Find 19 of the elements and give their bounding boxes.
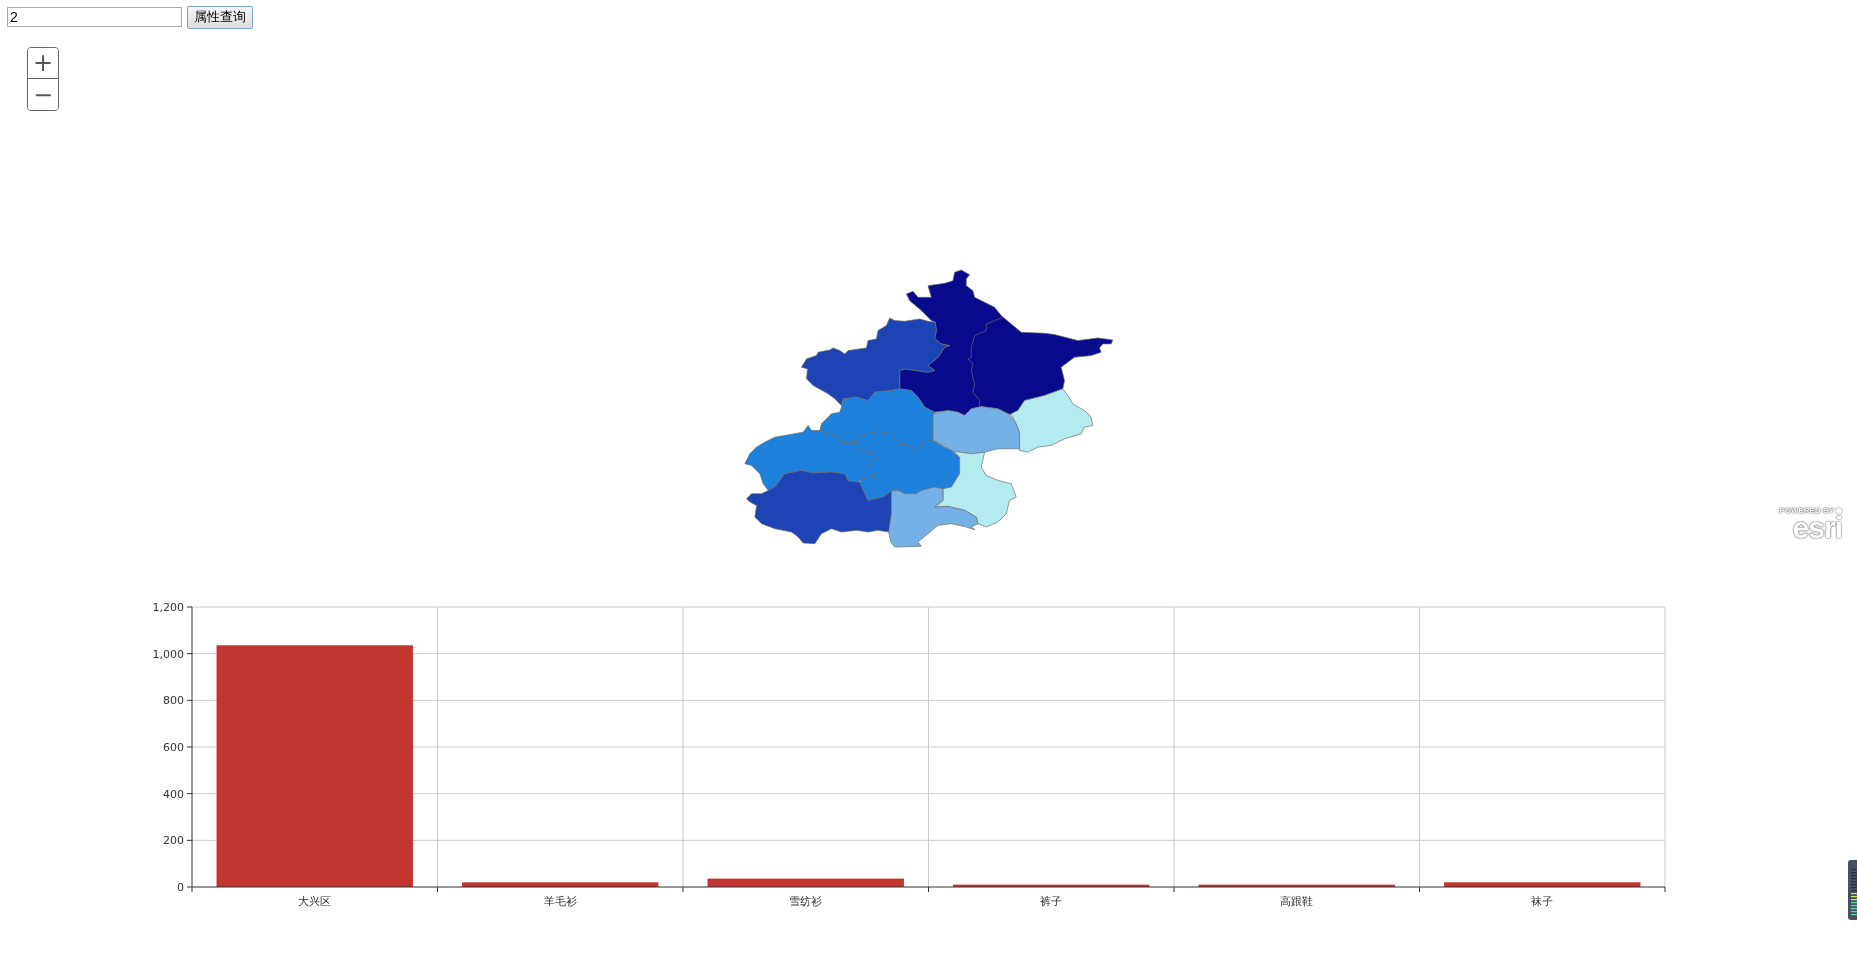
y-axis-label: 200 <box>163 834 184 848</box>
x-axis-label: 裤子 <box>1040 895 1063 908</box>
y-axis-label: 1,200 <box>152 601 184 614</box>
y-axis-label: 400 <box>163 787 184 801</box>
y-axis-label: 600 <box>163 741 184 754</box>
logo-caption: POWERED BY <box>1779 506 1834 515</box>
x-axis-label: 高跟鞋 <box>1280 895 1314 908</box>
query-input[interactable]: 2 <box>7 7 182 27</box>
x-axis-label: 大兴区 <box>298 895 332 908</box>
x-axis-label: 雪纺衫 <box>789 895 823 908</box>
y-axis-label: 0 <box>177 881 184 894</box>
query-button[interactable]: 属性查询 <box>187 5 253 29</box>
y-axis-label: 1,000 <box>152 647 184 661</box>
zoom-button[interactable]: + <box>28 48 58 79</box>
level-meter-icon <box>1848 860 1857 920</box>
y-axis-label: 800 <box>163 694 184 708</box>
logo-dot-icon <box>1836 507 1842 514</box>
x-axis-label: 羊毛衫 <box>543 895 577 908</box>
x-axis-label: 袜子 <box>1531 895 1554 908</box>
